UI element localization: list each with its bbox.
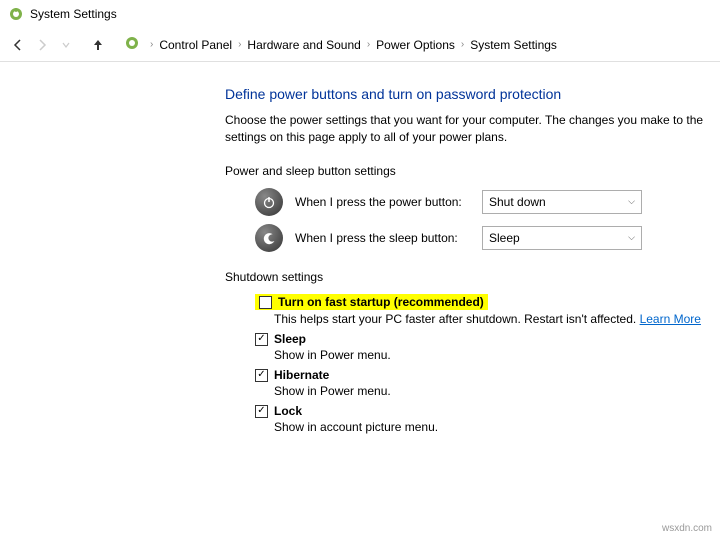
- sleep-row: Sleep: [255, 332, 720, 346]
- sleep-checkbox[interactable]: [255, 333, 268, 346]
- learn-more-link[interactable]: Learn More: [640, 312, 701, 326]
- window-title: System Settings: [30, 7, 117, 21]
- fast-startup-row: Turn on fast startup (recommended): [255, 294, 720, 310]
- back-button[interactable]: [8, 35, 28, 55]
- watermark: wsxdn.com: [662, 523, 712, 534]
- section-shutdown-label: Shutdown settings: [225, 270, 720, 284]
- power-button-row: When I press the power button: Shut down…: [255, 188, 720, 216]
- navigation-bar: › Control Panel › Hardware and Sound › P…: [0, 28, 720, 62]
- lock-checkbox[interactable]: [255, 405, 268, 418]
- up-button[interactable]: [88, 35, 108, 55]
- lock-row: Lock: [255, 404, 720, 418]
- hibernate-title: Hibernate: [274, 368, 329, 382]
- chevron-right-icon: ›: [367, 39, 370, 50]
- chevron-down-icon: ⌵: [628, 232, 635, 243]
- shutdown-settings-list: Turn on fast startup (recommended) This …: [255, 294, 720, 434]
- lock-description: Show in account picture menu.: [274, 420, 720, 434]
- sleep-title: Sleep: [274, 332, 306, 346]
- dropdown-value: Sleep: [489, 231, 520, 245]
- sleep-icon: [255, 224, 283, 252]
- power-button-action-dropdown[interactable]: Shut down ⌵: [482, 190, 642, 214]
- forward-button[interactable]: [32, 35, 52, 55]
- sleep-button-label: When I press the sleep button:: [295, 231, 470, 245]
- chevron-right-icon: ›: [150, 39, 153, 50]
- lock-title: Lock: [274, 404, 302, 418]
- breadcrumb-item[interactable]: Control Panel: [159, 38, 232, 52]
- power-options-icon: [124, 35, 144, 55]
- breadcrumb: › Control Panel › Hardware and Sound › P…: [124, 35, 557, 55]
- chevron-right-icon: ›: [461, 39, 464, 50]
- fast-startup-checkbox[interactable]: [259, 296, 272, 309]
- fast-startup-description: This helps start your PC faster after sh…: [274, 312, 720, 326]
- page-description: Choose the power settings that you want …: [225, 112, 720, 146]
- chevron-down-icon: ⌵: [628, 196, 635, 207]
- hibernate-description: Show in Power menu.: [274, 384, 720, 398]
- titlebar: System Settings: [0, 0, 720, 28]
- breadcrumb-item[interactable]: Power Options: [376, 38, 455, 52]
- power-icon: [255, 188, 283, 216]
- page-heading: Define power buttons and turn on passwor…: [225, 86, 720, 102]
- hibernate-row: Hibernate: [255, 368, 720, 382]
- recent-locations-dropdown[interactable]: [56, 35, 76, 55]
- sleep-description: Show in Power menu.: [274, 348, 720, 362]
- sleep-button-row: When I press the sleep button: Sleep ⌵: [255, 224, 720, 252]
- main-content: Define power buttons and turn on passwor…: [0, 62, 720, 434]
- power-options-icon: [8, 6, 24, 22]
- fast-startup-title: Turn on fast startup (recommended): [278, 295, 484, 309]
- breadcrumb-item[interactable]: System Settings: [470, 38, 557, 52]
- hibernate-checkbox[interactable]: [255, 369, 268, 382]
- breadcrumb-item[interactable]: Hardware and Sound: [247, 38, 360, 52]
- chevron-right-icon: ›: [238, 39, 241, 50]
- dropdown-value: Shut down: [489, 195, 546, 209]
- section-power-sleep-label: Power and sleep button settings: [225, 164, 720, 178]
- power-button-label: When I press the power button:: [295, 195, 470, 209]
- sleep-button-action-dropdown[interactable]: Sleep ⌵: [482, 226, 642, 250]
